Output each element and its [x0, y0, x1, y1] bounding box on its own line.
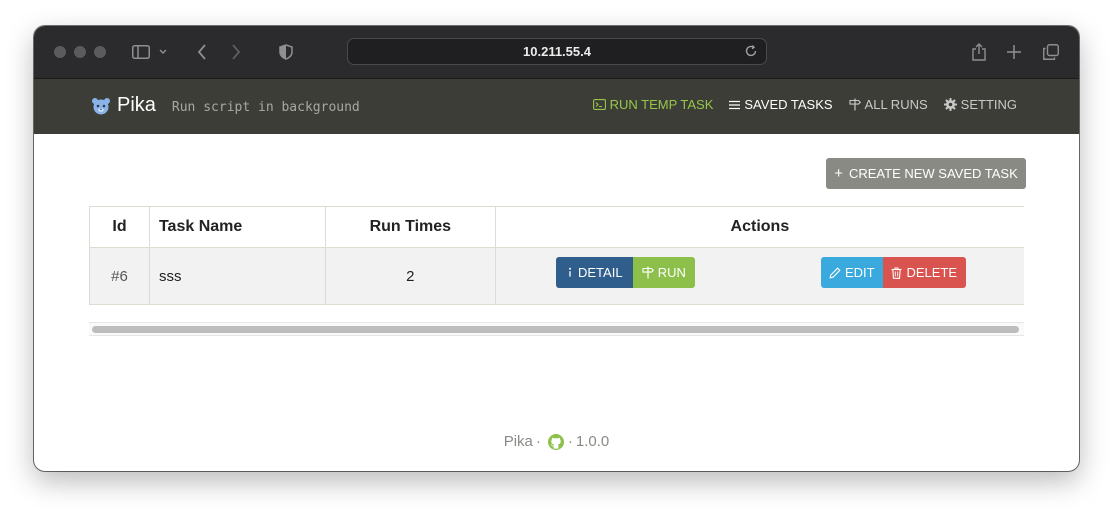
- forward-icon[interactable]: [226, 42, 246, 62]
- brand[interactable]: Pika Run script in background: [91, 94, 360, 117]
- app-navbar: Pika Run script in background RUN TEMP T…: [34, 79, 1079, 134]
- back-icon[interactable]: [192, 42, 212, 62]
- chevron-down-icon[interactable]: [158, 42, 168, 62]
- delete-button-label: DELETE: [906, 265, 958, 280]
- minimize-window-button[interactable]: [74, 46, 86, 58]
- column-header-task-name: Task Name: [148, 206, 326, 248]
- gear-icon: [943, 98, 957, 111]
- browser-window: 10.211.55.4 Pika Run script in backgroun…: [34, 26, 1079, 471]
- nav-all-runs[interactable]: ALL RUNS: [848, 97, 928, 112]
- list-icon: [729, 100, 741, 109]
- new-tab-icon[interactable]: [1004, 42, 1024, 62]
- saved-tasks-table: Id Task Name Run Times Actions #6 sss 2: [89, 206, 1024, 305]
- nav-all-runs-label: ALL RUNS: [864, 97, 928, 112]
- app-name: Pika: [117, 94, 156, 116]
- trash-icon: [891, 267, 902, 279]
- sidebar-icon[interactable]: [131, 42, 151, 62]
- edit-button-label: EDIT: [844, 265, 875, 280]
- signpost-icon: [848, 98, 861, 111]
- nav-saved-tasks-label: SAVED TASKS: [744, 97, 833, 112]
- table-row: #6 sss 2 DETAIL RUN EDIT DELETE: [89, 247, 1024, 305]
- run-button[interactable]: RUN: [632, 257, 695, 288]
- footer-separator: ·: [535, 433, 541, 450]
- nav-run-temp-task[interactable]: RUN TEMP TASK: [592, 97, 714, 112]
- task-id-cell: #6: [89, 247, 150, 305]
- tabs-icon[interactable]: [1041, 42, 1061, 62]
- actions-cell: DETAIL RUN EDIT DELETE: [494, 247, 1024, 305]
- column-header-run-times: Run Times: [324, 206, 496, 248]
- horizontal-scrollbar[interactable]: [89, 322, 1024, 336]
- shield-icon[interactable]: [276, 42, 296, 62]
- primary-actions-group: DETAIL RUN: [555, 257, 695, 288]
- browser-toolbar: 10.211.55.4: [34, 26, 1079, 79]
- reload-icon[interactable]: [744, 44, 760, 60]
- nav-saved-tasks[interactable]: SAVED TASKS: [729, 97, 833, 112]
- detail-button-label: DETAIL: [578, 265, 623, 280]
- delete-button[interactable]: DELETE: [882, 257, 966, 288]
- info-icon: [569, 267, 571, 277]
- footer: Pika · · 1.0.0: [34, 433, 1079, 450]
- create-saved-task-label: CREATE NEW SAVED TASK: [848, 166, 1018, 181]
- scrollbar-thumb[interactable]: [92, 326, 1019, 333]
- run-button-label: RUN: [657, 265, 686, 280]
- close-window-button[interactable]: [54, 46, 66, 58]
- nav-run-temp-task-label: RUN TEMP TASK: [609, 97, 714, 112]
- main-nav: RUN TEMP TASK SAVED TASKS ALL RUNS SETTI…: [577, 97, 1017, 112]
- column-header-id: Id: [89, 206, 150, 248]
- github-icon[interactable]: [547, 433, 564, 450]
- terminal-icon: [592, 99, 606, 110]
- detail-button[interactable]: DETAIL: [555, 257, 633, 288]
- edit-button[interactable]: EDIT: [820, 257, 883, 288]
- pencil-icon: [829, 266, 841, 279]
- zoom-window-button[interactable]: [94, 46, 106, 58]
- create-saved-task-button[interactable]: + CREATE NEW SAVED TASK: [826, 158, 1026, 189]
- nav-setting-label: SETTING: [960, 97, 1017, 112]
- app-tagline: Run script in background: [171, 100, 360, 115]
- share-icon[interactable]: [969, 42, 989, 62]
- manage-actions-group: EDIT DELETE: [820, 257, 966, 288]
- footer-app-name: Pika: [503, 433, 533, 450]
- signpost-icon: [642, 266, 654, 279]
- task-name-cell: sss: [148, 247, 326, 305]
- table-header-row: Id Task Name Run Times Actions: [89, 206, 1024, 248]
- nav-setting[interactable]: SETTING: [943, 97, 1017, 112]
- bear-logo-icon: [92, 97, 110, 114]
- url-text: 10.211.55.4: [523, 44, 591, 59]
- address-bar[interactable]: 10.211.55.4: [347, 38, 767, 65]
- footer-version: 1.0.0: [575, 433, 610, 450]
- saved-tasks-table-wrapper: Id Task Name Run Times Actions #6 sss 2: [89, 206, 1024, 336]
- column-header-actions: Actions: [494, 206, 1024, 248]
- plus-icon: +: [834, 165, 843, 182]
- footer-separator: ·: [567, 433, 573, 450]
- run-times-cell: 2: [324, 247, 496, 305]
